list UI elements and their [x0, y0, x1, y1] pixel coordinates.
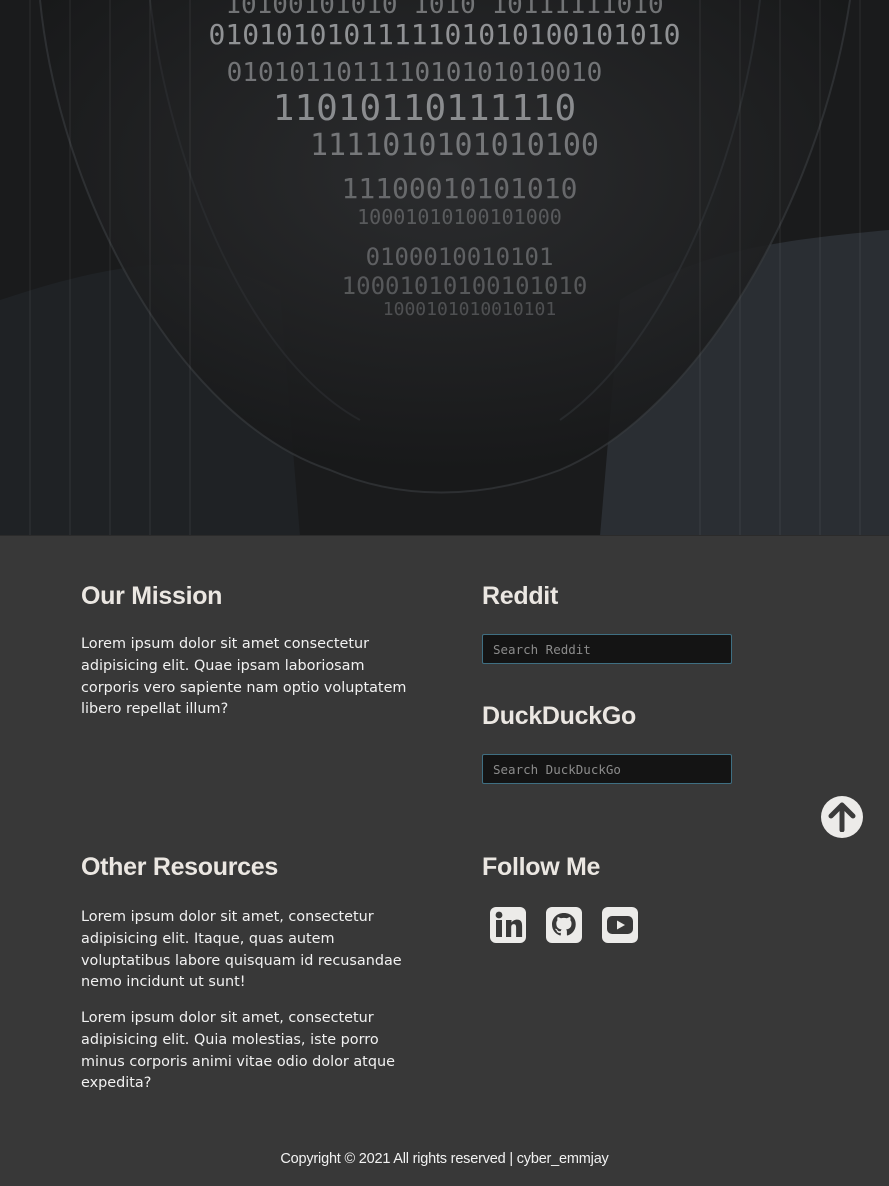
binary-line: 11100010101010: [341, 172, 578, 205]
duckduckgo-title: DuckDuckGo: [482, 702, 636, 730]
follow-title: Follow Me: [482, 853, 601, 881]
mission-title: Our Mission: [81, 582, 223, 610]
resources-text-1: Lorem ipsum dolor sit amet, consectetur …: [81, 909, 402, 991]
binary-line: 10001010100101010: [341, 272, 588, 300]
duckduckgo-search-input[interactable]: [482, 754, 732, 784]
binary-line: 11010110111110: [272, 88, 577, 129]
binary-line: 1000101010010101: [382, 299, 557, 320]
mission-text: Lorem ipsum dolor sit amet consectetur a…: [81, 636, 407, 718]
binary-line: 010101101111010101010010: [226, 58, 603, 88]
youtube-link[interactable]: [600, 905, 640, 945]
hero-image: 10100101010 1010 10111111010 01010101011…: [0, 0, 889, 536]
github-icon: [546, 907, 582, 943]
resources-text-2: Lorem ipsum dolor sit amet, consectetur …: [81, 1010, 395, 1092]
reddit-search-input[interactable]: [482, 634, 732, 664]
scroll-to-top-button[interactable]: [821, 796, 863, 838]
binary-line: 10001010100101000: [357, 205, 562, 229]
arrow-up-icon: [828, 802, 856, 832]
resources-title: Other Resources: [81, 853, 278, 881]
binary-line: 0100010010101: [365, 243, 554, 271]
linkedin-link[interactable]: [488, 905, 528, 945]
linkedin-icon: [490, 907, 526, 943]
reddit-title: Reddit: [482, 582, 558, 610]
github-link[interactable]: [544, 905, 584, 945]
binary-line: 10100101010 1010 10111111010: [225, 0, 664, 20]
binary-line: 1111010101010100: [310, 128, 599, 163]
binary-line: 0101010101111101010100101010: [208, 18, 681, 51]
youtube-icon: [602, 907, 638, 943]
copyright-text: Copyright © 2021 All rights reserved | c…: [280, 1151, 609, 1167]
